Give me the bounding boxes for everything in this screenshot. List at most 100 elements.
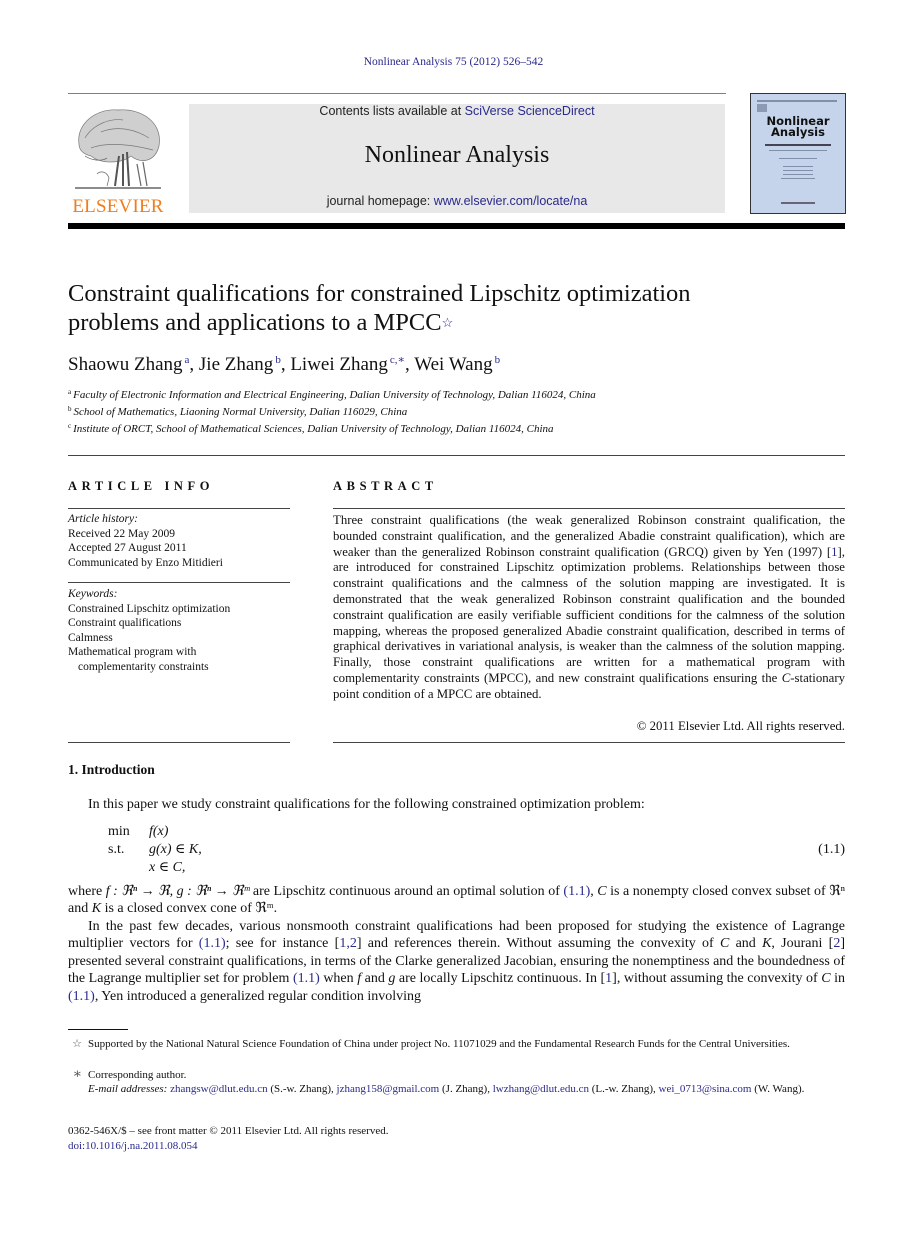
communicated-by: Communicated by Enzo Mitidieri <box>68 556 223 569</box>
affiliation-text: Institute of ORCT, School of Mathematica… <box>73 423 554 435</box>
text: , Yen introduced a generalized regular c… <box>94 988 422 1004</box>
author-affiliation-mark[interactable]: c,∗ <box>390 354 405 366</box>
corresponding-footnote: ∗ Corresponding author. <box>68 1067 845 1083</box>
intro-paragraph-3: In the past few decades, various nonsmoo… <box>68 918 845 1005</box>
cover-line <box>783 166 813 167</box>
abstract-rule <box>333 508 845 509</box>
cover-subtitle <box>765 144 831 146</box>
equation-ref-link[interactable]: (1.1) <box>563 884 590 899</box>
equation-ref-link[interactable]: (1.1) <box>293 971 320 986</box>
header-thick-rule <box>68 223 845 229</box>
cover-line <box>779 158 817 159</box>
text: when <box>319 971 358 987</box>
journal-homepage: journal homepage: www.elsevier.com/locat… <box>189 194 725 208</box>
email-owner: (L.-w. Zhang) <box>591 1083 654 1095</box>
title-line-1: Constraint qualifications for constraine… <box>68 280 691 307</box>
affiliation-text: Faculty of Electronic Information and El… <box>73 389 596 401</box>
cover-title-line2: Analysis <box>771 125 825 139</box>
footnote-text: Corresponding author. <box>88 1069 187 1081</box>
article-history-label: Article history: <box>68 513 138 525</box>
author-name[interactable]: Jie Zhang <box>199 354 273 375</box>
keywords-block: Keywords: Constrained Lipschitz optimiza… <box>68 587 290 674</box>
article-title: Constraint qualifications for constraine… <box>68 279 848 337</box>
journal-reference-link[interactable]: Nonlinear Analysis 75 (2012) 526–542 <box>0 56 907 68</box>
equation-ref-link[interactable]: (1.1) <box>199 936 226 951</box>
keywords-label: Keywords: <box>68 588 118 600</box>
text: are Lipschitz continuous around an optim… <box>249 884 564 899</box>
author-affiliation-mark[interactable]: a <box>185 354 190 366</box>
cover-line <box>769 150 827 151</box>
journal-cover-image: Nonlinear Analysis <box>750 93 846 214</box>
math-variable: C <box>781 670 791 685</box>
math-variable: C <box>821 971 831 987</box>
footnote-rule <box>68 1029 128 1030</box>
cover-publisher <box>781 202 815 204</box>
email-owner: (W. Wang). <box>754 1083 805 1095</box>
equation-number: (1.1) <box>818 842 845 857</box>
journal-name: Nonlinear Analysis <box>364 142 550 168</box>
email-link[interactable]: jzhang158@gmail.com <box>337 1083 440 1095</box>
author-name[interactable]: Shaowu Zhang <box>68 354 183 375</box>
eq-expression: f(x) <box>149 824 169 839</box>
eq-expression: g(x) ∈ K, <box>149 842 202 857</box>
math-variable: K <box>91 901 102 917</box>
article-info-rule <box>68 508 290 509</box>
journal-header-box: Contents lists available at SciVerse Sci… <box>189 104 725 213</box>
footnote-asterisk-mark: ∗ <box>72 1067 82 1082</box>
email-owner: (S.-w. Zhang) <box>270 1083 332 1095</box>
email-label: E-mail addresses: <box>88 1083 168 1095</box>
sciencedirect-link[interactable]: SciVerse ScienceDirect <box>465 104 595 118</box>
cover-line <box>783 170 813 171</box>
affiliation-mark: a <box>68 388 72 396</box>
math-variable: K <box>762 936 772 952</box>
article-history: Article history: Received 22 May 2009 Ac… <box>68 512 290 570</box>
text: and <box>729 936 763 952</box>
email-link[interactable]: lwzhang@dlut.edu.cn <box>493 1083 589 1095</box>
footnote-star-mark: ☆ <box>72 1038 82 1050</box>
article-info-rule <box>68 742 290 743</box>
title-footnote-mark[interactable]: ☆ <box>442 315 454 330</box>
author-name[interactable]: Wei Wang <box>414 354 492 375</box>
affiliation: c Institute of ORCT, School of Mathematic… <box>68 422 848 435</box>
homepage-link[interactable]: www.elsevier.com/locate/na <box>434 194 588 208</box>
cover-line <box>783 174 813 175</box>
intro-paragraph-1: In this paper we study constraint qualif… <box>88 797 645 812</box>
abstract-text: Three constraint qualifications (the wea… <box>333 513 845 703</box>
keyword: Constrained Lipschitz optimization <box>68 602 231 615</box>
email-link[interactable]: zhangsw@dlut.edu.cn <box>170 1083 268 1095</box>
article-info-rule <box>68 582 290 583</box>
keyword: Mathematical program with <box>68 646 197 658</box>
contents-prefix: Contents lists available at <box>319 104 465 118</box>
section-divider <box>68 455 845 456</box>
abstract-heading: ABSTRACT <box>333 479 438 493</box>
reference-link[interactable]: 1,2 <box>339 936 357 951</box>
text: is a closed convex cone of ℜᵐ. <box>101 901 278 917</box>
elsevier-logo: ELSEVIER <box>68 104 168 217</box>
text: ; see for instance [ <box>225 936 340 952</box>
equation-ref-link[interactable]: (1.1) <box>68 989 95 1004</box>
cover-title: Nonlinear Analysis <box>751 115 845 139</box>
contents-availability: Contents lists available at SciVerse Sci… <box>189 104 725 118</box>
math-variable: C <box>719 936 730 952</box>
abstract-text-part: Three constraint qualifications (the wea… <box>333 513 845 559</box>
affiliation: b School of Mathematics, Liaoning Normal … <box>68 405 848 418</box>
author-affiliation-mark[interactable]: b <box>495 354 501 366</box>
author-affiliation-mark[interactable]: b <box>275 354 281 366</box>
eq-expression: x ∈ C, <box>149 860 186 875</box>
eq-operator: min <box>108 824 130 839</box>
received-date: Received 22 May 2009 <box>68 527 175 540</box>
cover-line <box>781 178 815 179</box>
abstract-text-part: ], are introduced for constrained Lipsch… <box>333 544 845 685</box>
homepage-prefix: journal homepage: <box>326 194 434 208</box>
email-link[interactable]: wei_0713@sina.com <box>659 1083 752 1095</box>
doi-link[interactable]: doi:10.1016/j.na.2011.08.054 <box>68 1140 197 1152</box>
author-name[interactable]: Liwei Zhang <box>290 354 388 375</box>
intro-paragraph-2: where f : ℜⁿ → ℜ, g : ℜⁿ → ℜᵐ are Lipsch… <box>68 883 845 918</box>
email-owner: (J. Zhang) <box>442 1083 488 1095</box>
abstract-rule <box>333 742 845 743</box>
abstract-copyright: © 2011 Elsevier Ltd. All rights reserved… <box>636 719 845 733</box>
elsevier-tree-icon <box>75 109 161 189</box>
affiliation: a Faculty of Electronic Information and E… <box>68 388 848 401</box>
text: and <box>361 971 389 987</box>
funding-footnote: ☆ Supported by the National Natural Scien… <box>68 1037 845 1052</box>
